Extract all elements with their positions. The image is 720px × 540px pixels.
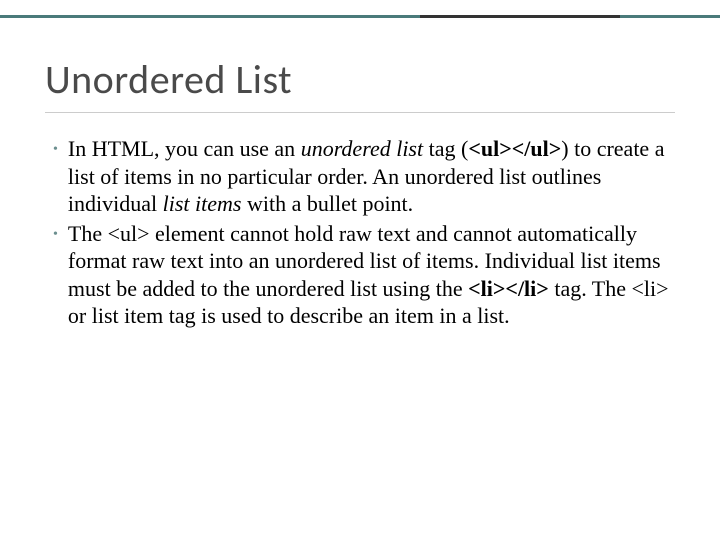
- text-run-bold: <ul></ul>: [468, 136, 561, 161]
- text-run: with a bullet point.: [241, 191, 413, 216]
- text-run-italic: unordered list: [301, 136, 423, 161]
- list-item-text: In HTML, you can use an unordered list t…: [68, 135, 675, 218]
- bullet-icon: •: [53, 226, 58, 244]
- text-run-bold: <li></li>: [468, 276, 549, 301]
- content: • In HTML, you can use an unordered list…: [45, 135, 675, 330]
- list-item: • In HTML, you can use an unordered list…: [53, 135, 675, 218]
- bullet-icon: •: [53, 141, 58, 159]
- text-run: In HTML, you can use an: [68, 136, 301, 161]
- text-run-italic: list items: [163, 191, 242, 216]
- text-run: tag (: [423, 136, 468, 161]
- list-item: • The <ul> element cannot hold raw text …: [53, 220, 675, 330]
- list-item-text: The <ul> element cannot hold raw text an…: [68, 220, 675, 330]
- page-title: Unordered List: [45, 55, 675, 113]
- top-divider: [0, 0, 720, 18]
- slide-body: Unordered List • In HTML, you can use an…: [0, 0, 720, 362]
